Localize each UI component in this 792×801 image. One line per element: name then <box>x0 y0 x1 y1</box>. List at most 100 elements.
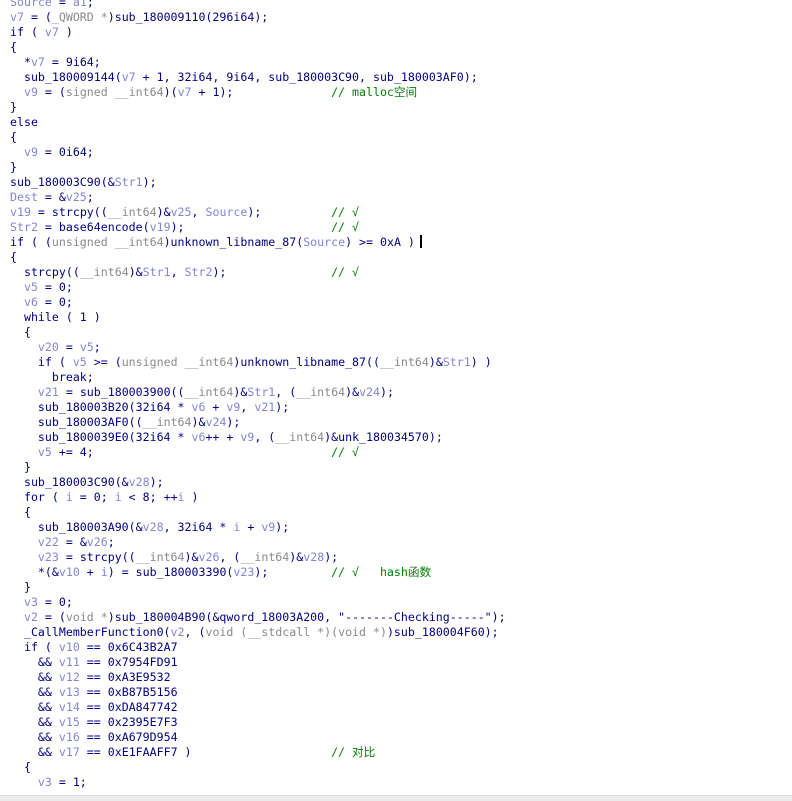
code-line[interactable]: v2 = (void *)sub_180004B90(&qword_18003A… <box>10 610 506 625</box>
code-line[interactable]: v19 = strcpy((__int64)&v25, Source); // √ <box>10 205 506 220</box>
code-type: __int64 <box>142 415 192 429</box>
code-line[interactable]: sub_180003B20(32i64 * v6 + v9, v21); <box>10 400 506 415</box>
code-line[interactable]: sub_180003AF0((__int64)&v24); <box>10 415 506 430</box>
code-line[interactable]: && v14 == 0xDA847742 <box>10 700 506 715</box>
code-line[interactable]: strcpy((__int64)&Str1, Str2); // √ <box>10 265 506 280</box>
code-line[interactable]: else <box>10 115 506 130</box>
code-text: = & <box>58 535 87 549</box>
code-text: { <box>10 760 31 774</box>
code-line[interactable]: v22 = &v26; <box>10 535 506 550</box>
code-text: )sub_180004B90(&qword_18003A200, "------… <box>107 610 506 624</box>
code-line[interactable]: if ( v5 >= (unsigned __int64)unknown_lib… <box>10 355 506 370</box>
code-text: >= ( <box>86 355 122 369</box>
code-line[interactable]: v3 = 0; <box>10 595 506 610</box>
code-type: __int64 <box>275 430 325 444</box>
code-line[interactable]: v3 = 1; <box>10 775 506 790</box>
code-line[interactable]: { <box>10 40 506 55</box>
code-comment: // 对比 <box>331 745 376 759</box>
code-line[interactable]: v5 += 4; // √ <box>10 445 506 460</box>
code-text: = 1; <box>51 775 87 789</box>
code-line[interactable]: *(&v10 + i) = sub_180003390(v23); // √ ha… <box>10 565 506 580</box>
code-line[interactable]: sub_180003C90(&Str1); <box>10 175 506 190</box>
code-text: { <box>10 505 31 519</box>
code-text: + <box>240 520 262 534</box>
code-line[interactable]: _CallMemberFunction0(v2, (void (__stdcal… <box>10 625 506 640</box>
code-line[interactable]: { <box>10 760 506 775</box>
code-variable: Dest <box>10 190 38 204</box>
code-text: , <box>191 205 206 219</box>
code-variable: Source <box>303 235 346 249</box>
code-line[interactable]: sub_180009144(v7 + 1, 32i64, 9i64, sub_1… <box>10 70 506 85</box>
code-line[interactable]: && v15 == 0x2395E7F3 <box>10 715 506 730</box>
horizontal-scrollbar[interactable] <box>0 795 792 801</box>
code-text: )&unk_180034570); <box>324 430 443 444</box>
code-line[interactable]: break; <box>10 370 506 385</box>
code-comment: // malloc空间 <box>331 85 418 99</box>
code-line[interactable]: if ( (unsigned __int64)unknown_libname_8… <box>10 235 506 250</box>
code-type: __int64 <box>79 265 129 279</box>
code-text: )& <box>191 415 206 429</box>
code-line[interactable]: } <box>10 460 506 475</box>
code-line[interactable]: && v13 == 0xB87B5156 <box>10 685 506 700</box>
code-line[interactable]: && v12 == 0xA3E9532 <box>10 670 506 685</box>
code-variable: v17 <box>58 745 80 759</box>
code-line[interactable]: && v11 == 0x7954FD91 <box>10 655 506 670</box>
code-line[interactable]: v9 = (signed __int64)(v7 + 1); // malloc空… <box>10 85 506 100</box>
code-variable: i <box>100 565 108 579</box>
code-line[interactable]: for ( i = 0; i < 8; ++i ) <box>10 490 506 505</box>
code-text: == 0xDA847742 <box>79 700 178 714</box>
code-line[interactable]: { <box>10 250 506 265</box>
code-text: sub_180003C90(& <box>10 175 115 189</box>
code-line[interactable]: Dest = &v25; <box>10 190 506 205</box>
code-line[interactable]: && v16 == 0xA679D954 <box>10 730 506 745</box>
code-line[interactable]: } <box>10 580 506 595</box>
code-line[interactable]: sub_180003C90(&v28); <box>10 475 506 490</box>
code-text: if ( <box>10 640 59 654</box>
code-variable: v28 <box>128 475 150 489</box>
code-text: if ( ( <box>10 235 52 249</box>
code-variable: v7 <box>121 70 136 84</box>
code-variable: v7 <box>177 85 192 99</box>
code-text: , ( <box>254 430 276 444</box>
code-line[interactable]: if ( v7 ) <box>10 25 506 40</box>
code-line[interactable]: { <box>10 505 506 520</box>
code-line[interactable]: } <box>10 100 506 115</box>
code-text: ++ + <box>205 430 241 444</box>
code-line[interactable]: sub_180003A90(&v28, 32i64 * i + v9); <box>10 520 506 535</box>
code-text: sub_180003C90(& <box>10 475 129 489</box>
code-line[interactable]: v20 = v5; <box>10 340 506 355</box>
code-line[interactable]: Str2 = base64encode(v19); // √ <box>10 220 506 235</box>
code-line[interactable]: } <box>10 160 506 175</box>
code-text: sub_180003A90(& <box>10 520 143 534</box>
code-line[interactable]: sub_1800039E0(32i64 * v6++ + v9, (__int6… <box>10 430 506 445</box>
pseudocode-view[interactable]: Source = a1; v7 = (_QWORD *)sub_180009110… <box>10 0 506 790</box>
code-text: ) ) <box>470 355 492 369</box>
code-type: __int64 <box>107 205 157 219</box>
code-line[interactable]: Source = a1; <box>10 0 506 10</box>
code-text: } <box>10 460 31 474</box>
code-line[interactable]: { <box>10 130 506 145</box>
code-line[interactable]: v9 = 0i64; <box>10 145 506 160</box>
code-line[interactable]: while ( 1 ) <box>10 310 506 325</box>
code-comment: // √ <box>331 205 359 219</box>
code-text: += 4; <box>51 445 94 459</box>
code-text: = <box>58 340 80 354</box>
code-line[interactable]: v6 = 0; <box>10 295 506 310</box>
code-text: ) <box>58 25 73 39</box>
code-line[interactable]: *v7 = 9i64; <box>10 55 506 70</box>
code-variable: v9 <box>226 400 241 414</box>
code-line[interactable]: v5 = 0; <box>10 280 506 295</box>
code-line[interactable]: if ( v10 == 0x6C43B2A7 <box>10 640 506 655</box>
code-line[interactable]: { <box>10 325 506 340</box>
code-text: )& <box>289 550 304 564</box>
code-line[interactable]: && v17 == 0xE1FAAFF7 ) // 对比 <box>10 745 506 760</box>
code-variable: i <box>177 490 185 504</box>
code-text: )& <box>345 385 360 399</box>
code-type: void * <box>65 610 108 624</box>
code-line[interactable]: v23 = strcpy((__int64)&v26, (__int64)&v2… <box>10 550 506 565</box>
code-line[interactable]: v21 = sub_180003900((__int64)&Str1, (__i… <box>10 385 506 400</box>
code-text: )( <box>163 85 178 99</box>
code-line[interactable]: v7 = (_QWORD *)sub_180009110(296i64); <box>10 10 506 25</box>
